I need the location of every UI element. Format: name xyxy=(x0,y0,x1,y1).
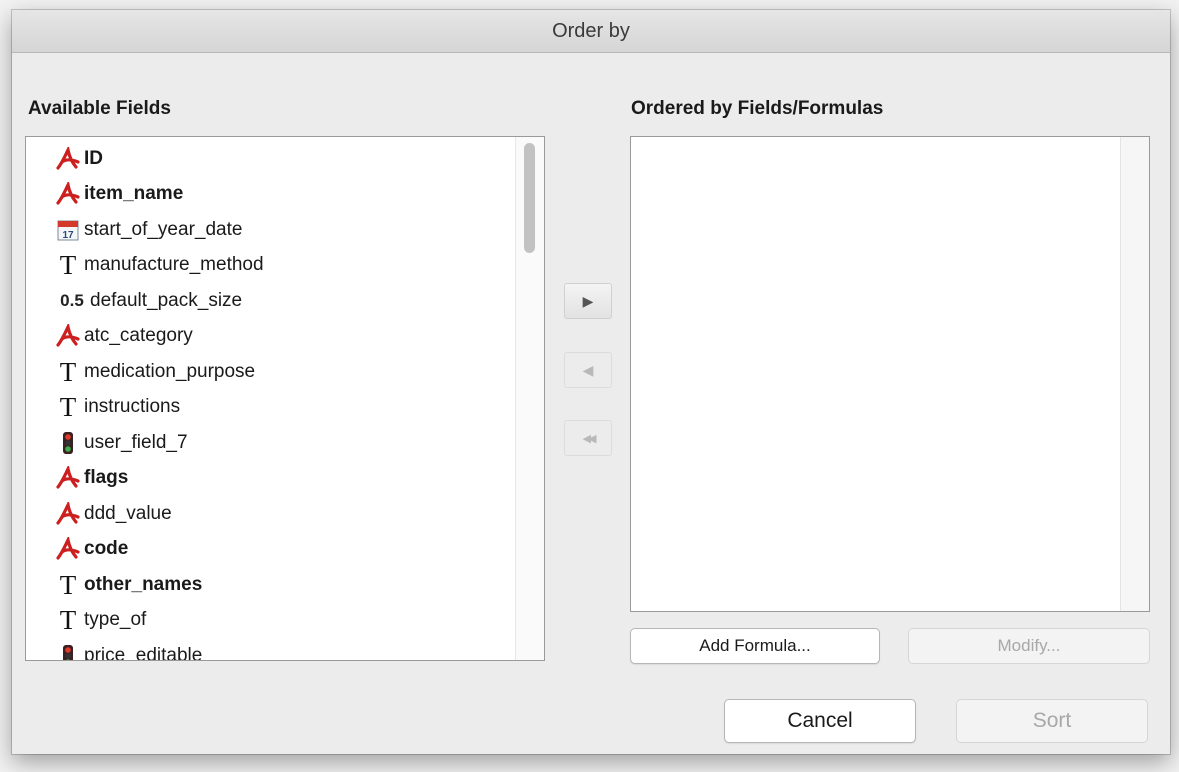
list-item[interactable]: ID xyxy=(26,141,514,177)
list-item-label: flags xyxy=(84,467,129,489)
number-field-icon: 0.5 xyxy=(60,290,84,310)
list-item[interactable]: price_editable xyxy=(26,638,514,661)
list-item-label: type_of xyxy=(84,609,147,631)
ordered-fields-label: Ordered by Fields/Formulas xyxy=(631,98,884,119)
modify-button[interactable]: Modify... xyxy=(908,628,1150,664)
add-field-button[interactable]: ▶ xyxy=(564,283,612,319)
calendar-field-icon: 17 xyxy=(56,218,80,242)
ordered-fields-scrollbar[interactable] xyxy=(1120,137,1149,611)
list-item-label: ddd_value xyxy=(84,502,172,524)
list-item[interactable]: code xyxy=(26,532,514,568)
list-item-label: other_names xyxy=(84,573,203,595)
list-item-label: item_name xyxy=(84,183,184,205)
list-item-label: manufacture_method xyxy=(84,254,264,276)
sort-button[interactable]: Sort xyxy=(956,699,1148,743)
scrollbar-thumb[interactable] xyxy=(524,143,535,253)
text-field-icon: T xyxy=(59,569,77,600)
list-item[interactable]: Ttype_of xyxy=(26,603,514,639)
dialog-title: Order by xyxy=(12,10,1170,53)
alpha-field-icon xyxy=(56,466,80,490)
list-item-label: default_pack_size xyxy=(90,289,243,311)
list-item-label: price_editable xyxy=(84,644,203,661)
remove-field-button[interactable]: ◀ xyxy=(564,352,612,388)
alpha-field-icon xyxy=(56,146,80,171)
alpha-field-icon xyxy=(56,182,80,206)
double-left-arrow-icon: ◀◀ xyxy=(582,432,597,445)
left-arrow-icon: ◀ xyxy=(582,361,594,378)
available-fields-scrollbar[interactable] xyxy=(515,137,544,660)
text-field-icon: T xyxy=(59,392,77,423)
right-arrow-icon: ▶ xyxy=(582,292,594,309)
boolean-field-icon xyxy=(56,431,80,455)
list-item-label: code xyxy=(84,538,129,560)
available-fields-list[interactable]: ID item_name 17 start_of_year_date Tmanufact… xyxy=(25,136,545,661)
add-formula-button[interactable]: Add Formula... xyxy=(630,628,880,664)
list-item[interactable]: item_name xyxy=(26,177,514,213)
list-item-label: user_field_7 xyxy=(84,431,188,453)
remove-all-fields-button[interactable]: ◀◀ xyxy=(564,420,612,456)
cancel-button[interactable]: Cancel xyxy=(724,699,916,743)
ordered-fields-list[interactable] xyxy=(630,136,1150,612)
list-item[interactable]: ddd_value xyxy=(26,496,514,532)
list-item[interactable]: Tmanufacture_method xyxy=(26,248,514,284)
list-item-label: start_of_year_date xyxy=(84,218,243,240)
list-item[interactable]: atc_category xyxy=(26,319,514,355)
list-item-label: instructions xyxy=(84,396,181,418)
alpha-field-icon xyxy=(56,324,80,348)
text-field-icon: T xyxy=(59,356,77,387)
field-list-items: ID item_name 17 start_of_year_date Tmanufact… xyxy=(26,141,514,661)
svg-text:17: 17 xyxy=(62,230,74,241)
list-item[interactable]: 0.5 default_pack_size xyxy=(26,283,514,319)
order-by-dialog: Order by Available Fields ID item_name 17 s… xyxy=(12,10,1170,754)
text-field-icon: T xyxy=(59,250,77,281)
available-fields-label: Available Fields xyxy=(28,98,171,119)
alpha-field-icon xyxy=(56,501,80,526)
list-item[interactable]: user_field_7 xyxy=(26,425,514,461)
boolean-field-icon xyxy=(56,644,80,660)
list-item[interactable]: 17 start_of_year_date xyxy=(26,212,514,248)
list-item[interactable]: Tmedication_purpose xyxy=(26,354,514,390)
list-item-label: medication_purpose xyxy=(84,360,256,382)
list-item-label: atc_category xyxy=(84,325,193,347)
list-item-label: ID xyxy=(84,147,103,169)
list-item[interactable]: Tother_names xyxy=(26,567,514,603)
list-item[interactable]: Tinstructions xyxy=(26,390,514,426)
text-field-icon: T xyxy=(59,605,77,636)
list-item[interactable]: flags xyxy=(26,461,514,497)
alpha-field-icon xyxy=(56,537,80,561)
